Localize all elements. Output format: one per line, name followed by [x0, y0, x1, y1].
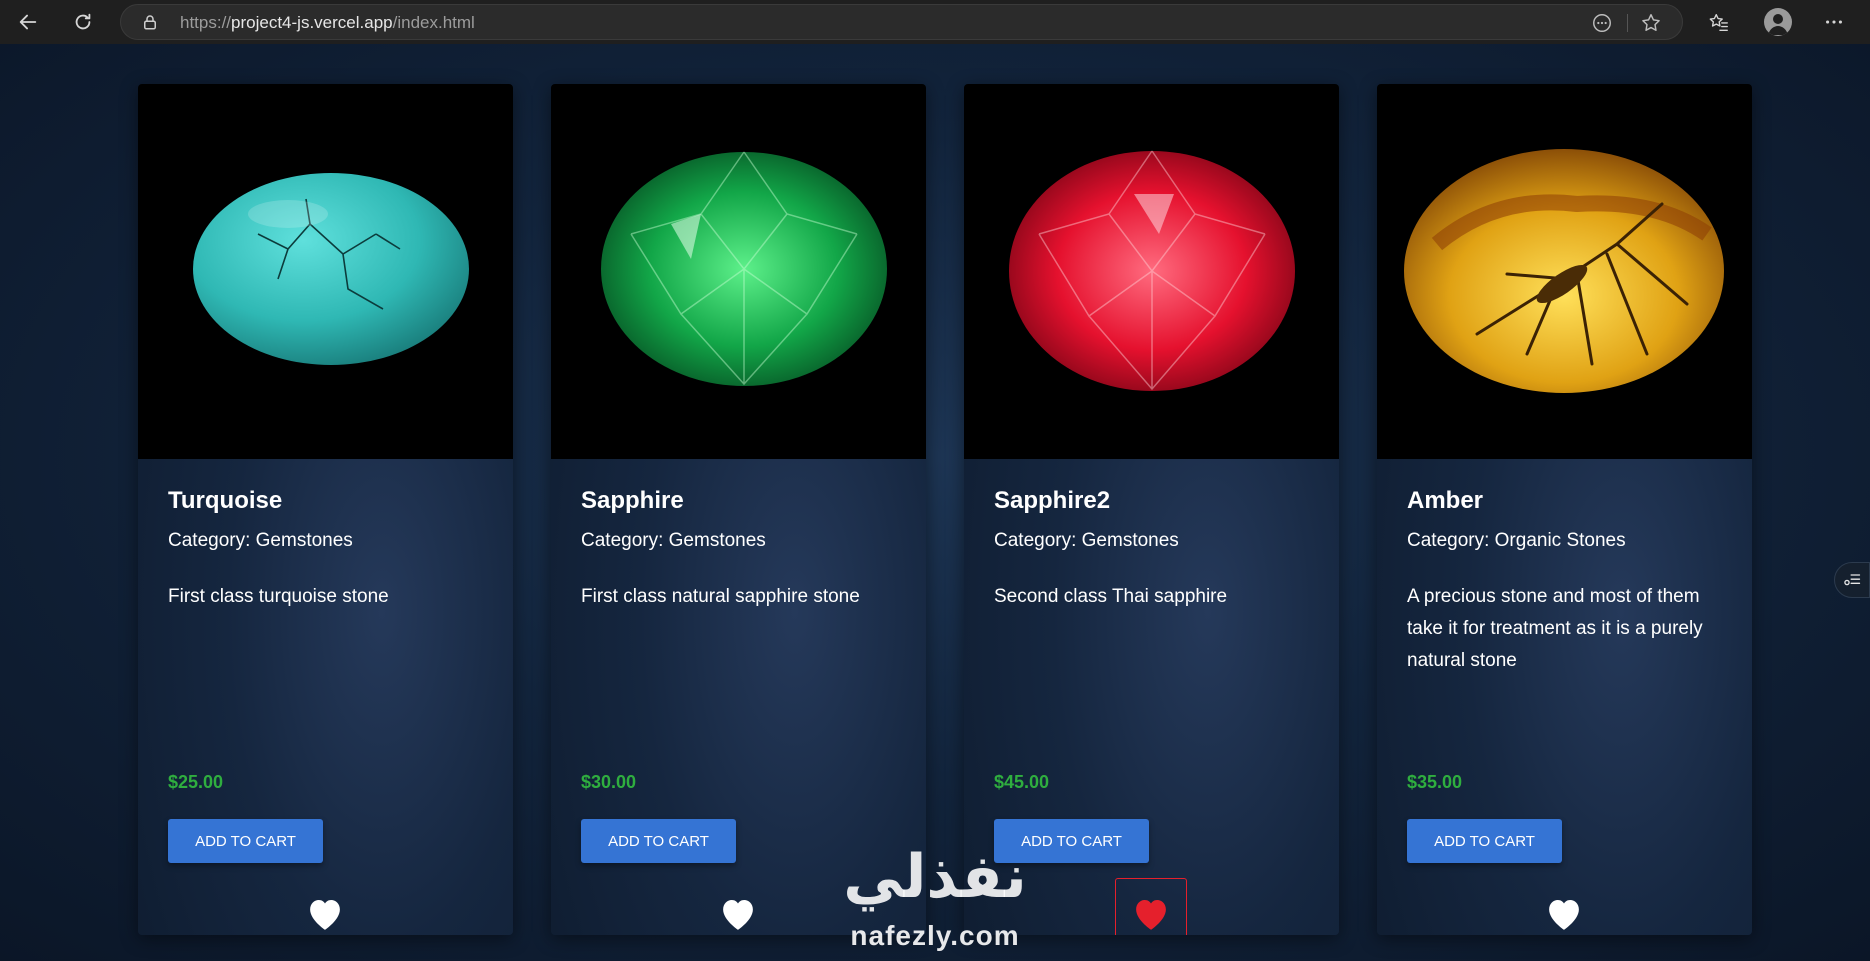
list-settings-icon: [1844, 574, 1861, 586]
product-card-turquoise: Turquoise Category: Gemstones First clas…: [138, 84, 513, 935]
back-arrow-icon: [19, 14, 37, 30]
product-image: [964, 84, 1339, 459]
add-to-cart-button[interactable]: ADD TO CART: [581, 819, 736, 863]
reload-button[interactable]: [67, 6, 99, 38]
profile-avatar-icon[interactable]: [1764, 8, 1792, 36]
product-price: $25.00: [168, 772, 224, 792]
product-category: Category: Organic Stones: [1407, 530, 1626, 551]
turquoise-stone-icon: [193, 173, 469, 365]
favorite-star-icon[interactable]: [1640, 12, 1662, 34]
favorite-button[interactable]: [1528, 878, 1600, 935]
product-price: $35.00: [1407, 772, 1463, 792]
product-card-amber: Amber Category: Organic Stones A preciou…: [1377, 84, 1752, 935]
url-prefix: https://: [180, 13, 232, 32]
watermark-arabic: نفذلي: [843, 842, 1027, 912]
heart-icon: [310, 900, 340, 930]
product-description: First class natural sapphire stone: [581, 586, 860, 607]
product-name: Sapphire2: [994, 487, 1111, 514]
red-sapphire-gem-icon: [1009, 150, 1295, 391]
address-bar[interactable]: https://project4-js.vercel.app/index.htm…: [120, 4, 1683, 40]
product-description: Second class Thai sapphire: [994, 586, 1228, 607]
add-to-cart-button[interactable]: ADD TO CART: [1407, 819, 1562, 863]
ellipsis-icon: [1826, 20, 1842, 24]
heart-icon: [1136, 900, 1166, 930]
green-sapphire-gem-icon: [601, 151, 887, 386]
product-category: Category: Gemstones: [168, 530, 353, 551]
product-card-sapphire: Sapphire Category: Gemstones First class…: [551, 84, 926, 935]
url-host: project4-js.vercel.app: [231, 13, 393, 32]
favorite-button[interactable]: [1115, 878, 1187, 935]
heart-icon: [723, 900, 753, 930]
favorites-list-icon: [1709, 13, 1728, 31]
back-button[interactable]: [12, 6, 44, 38]
side-panel-toggle[interactable]: [1834, 562, 1870, 598]
amber-stone-icon: [1404, 149, 1724, 393]
reload-icon: [75, 13, 91, 30]
url-path: /index.html: [392, 13, 475, 32]
add-to-cart-button[interactable]: ADD TO CART: [168, 819, 323, 863]
page-content: Turquoise Category: Gemstones First clas…: [0, 44, 1870, 961]
address-divider: [1627, 14, 1628, 32]
more-options-circle-icon[interactable]: [1591, 12, 1613, 34]
product-price: $45.00: [994, 772, 1050, 792]
favorite-button[interactable]: [289, 878, 361, 935]
lock-icon: [144, 15, 156, 30]
product-image: [551, 84, 926, 459]
product-price: $30.00: [581, 772, 637, 792]
watermark-logo: نفذلي nafezly.com: [820, 842, 1050, 961]
browser-toolbar: https://project4-js.vercel.app/index.htm…: [0, 0, 1870, 44]
product-description: First class turquoise stone: [168, 586, 389, 607]
heart-icon: [1549, 900, 1579, 930]
watermark-url: nafezly.com: [850, 920, 1020, 951]
product-image: [1377, 84, 1752, 459]
product-name: Turquoise: [168, 487, 283, 514]
product-description: A precious stone and most of them take i…: [1407, 586, 1703, 671]
favorite-button[interactable]: [702, 878, 774, 935]
product-category: Category: Gemstones: [581, 530, 766, 551]
product-card-sapphire2: Sapphire2 Category: Gemstones Second cla…: [964, 84, 1339, 935]
favorites-button[interactable]: [1703, 6, 1735, 38]
product-category: Category: Gemstones: [994, 530, 1179, 551]
url-text[interactable]: https://project4-js.vercel.app/index.htm…: [180, 13, 475, 33]
product-name: Amber: [1407, 487, 1484, 514]
product-name: Sapphire: [581, 487, 684, 514]
settings-menu-button[interactable]: [1818, 6, 1850, 38]
product-image: [138, 84, 513, 459]
